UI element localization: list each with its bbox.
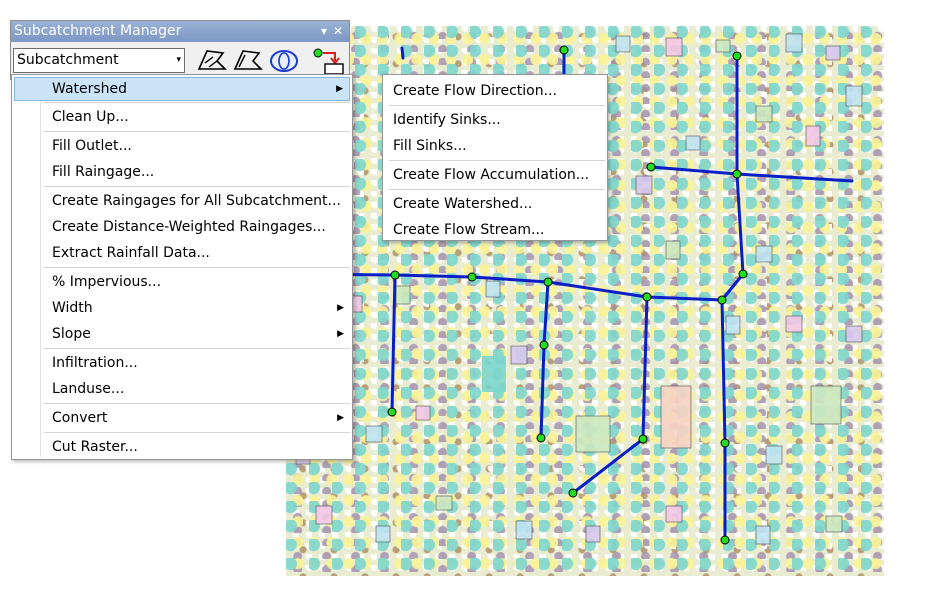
menu-item-infiltration[interactable]: Infiltration... (14, 351, 350, 375)
menu-item-width[interactable]: Width ▶ (14, 296, 350, 320)
menu-item-label: Infiltration... (52, 355, 138, 371)
window-title: Subcatchment Manager (14, 23, 182, 39)
menu-separator (44, 432, 350, 433)
menu-separator (44, 267, 350, 268)
submenu-arrow-icon: ▶ (336, 84, 343, 94)
menu-item-label: Convert (52, 410, 108, 426)
menu-item-watershed[interactable]: Watershed ▶ (14, 77, 350, 101)
menu-item-label: Fill Raingage... (52, 164, 155, 180)
menu-item-impervious[interactable]: % Impervious... (14, 270, 350, 294)
flow-shape-button[interactable] (195, 47, 229, 75)
menu-item-label: Landuse... (52, 381, 125, 397)
subcatchment-context-menu: Watershed ▶ Clean Up... Fill Outlet... F… (11, 74, 353, 460)
menu-item-slope[interactable]: Slope ▶ (14, 322, 350, 346)
menu-item-create-raingages-all[interactable]: Create Raingages for All Subcatchment... (14, 189, 350, 213)
menu-item-label: Slope (52, 326, 91, 342)
menu-item-label: Watershed (52, 81, 128, 97)
menu-item-create-distance-weighted-raingages[interactable]: Create Distance-Weighted Raingages... (14, 215, 350, 239)
menu-item-label: Width (52, 300, 93, 316)
menu-separator (44, 131, 350, 132)
submenu-item-label: Create Flow Accumulation... (393, 167, 590, 183)
submenu-item-fill-sinks[interactable]: Fill Sinks... (385, 134, 605, 158)
menu-item-extract-rainfall-data[interactable]: Extract Rainfall Data... (14, 241, 350, 265)
menu-item-label: Cut Raster... (52, 439, 138, 455)
toolbar-titlebar[interactable]: Subcatchment Manager ▾ ✕ (11, 21, 349, 42)
submenu-item-label: Create Flow Stream... (393, 222, 545, 238)
menu-item-cut-raster[interactable]: Cut Raster... (14, 435, 350, 459)
menu-item-fill-raingage[interactable]: Fill Raingage... (14, 160, 350, 184)
submenu-arrow-icon: ▶ (337, 413, 344, 423)
menu-item-landuse[interactable]: Landuse... (14, 377, 350, 401)
submenu-item-label: Create Watershed... (393, 196, 533, 212)
menu-separator (44, 403, 350, 404)
ellipse-select-icon (270, 50, 298, 72)
menu-item-label: Create Distance-Weighted Raingages... (52, 219, 326, 235)
ellipse-select-button[interactable] (267, 47, 301, 75)
menu-separator (44, 348, 350, 349)
menu-separator (44, 102, 350, 103)
node-link-button[interactable] (311, 47, 345, 75)
submenu-arrow-icon: ▶ (337, 329, 344, 339)
node-link-icon (313, 48, 344, 75)
menu-item-label: Clean Up... (52, 109, 129, 125)
submenu-arrow-icon: ▶ (337, 303, 344, 313)
submenu-item-create-flow-accumulation[interactable]: Create Flow Accumulation... (385, 163, 605, 187)
menu-item-label: Create Raingages for All Subcatchment... (52, 193, 341, 209)
menu-item-fill-outlet[interactable]: Fill Outlet... (14, 134, 350, 158)
menu-separator (389, 189, 605, 190)
flow-shape-outline-icon (233, 50, 263, 70)
menu-separator (44, 186, 350, 187)
pin-icon[interactable]: ▾ (321, 21, 327, 42)
menu-separator (389, 160, 605, 161)
menu-separator (389, 105, 605, 106)
subcatchment-manager-toolbar: Subcatchment Manager ▾ ✕ Subcatchment Ma… (10, 20, 350, 91)
submenu-item-label: Fill Sinks... (393, 138, 467, 154)
menu-item-label: Fill Outlet... (52, 138, 132, 154)
submenu-item-create-flow-direction[interactable]: Create Flow Direction... (385, 79, 605, 103)
menu-item-label: Extract Rainfall Data... (52, 245, 210, 261)
watershed-submenu: Create Flow Direction... Identify Sinks.… (382, 74, 608, 241)
close-icon[interactable]: ✕ (333, 21, 343, 42)
submenu-item-create-watershed[interactable]: Create Watershed... (385, 192, 605, 216)
submenu-item-label: Create Flow Direction... (393, 83, 557, 99)
flow-shape-icon (197, 50, 227, 70)
subcatchment-manager-dropdown[interactable]: Subcatchment Manager ▾ (13, 48, 185, 91)
flow-shape-outline-button[interactable] (231, 47, 265, 75)
chevron-down-icon: ▾ (176, 55, 181, 65)
menu-item-label: % Impervious... (52, 274, 162, 290)
submenu-item-identify-sinks[interactable]: Identify Sinks... (385, 108, 605, 132)
menu-item-clean-up[interactable]: Clean Up... (14, 105, 350, 129)
menu-item-convert[interactable]: Convert ▶ (14, 406, 350, 430)
submenu-item-label: Identify Sinks... (393, 112, 501, 128)
submenu-item-create-flow-stream[interactable]: Create Flow Stream... (385, 218, 605, 242)
